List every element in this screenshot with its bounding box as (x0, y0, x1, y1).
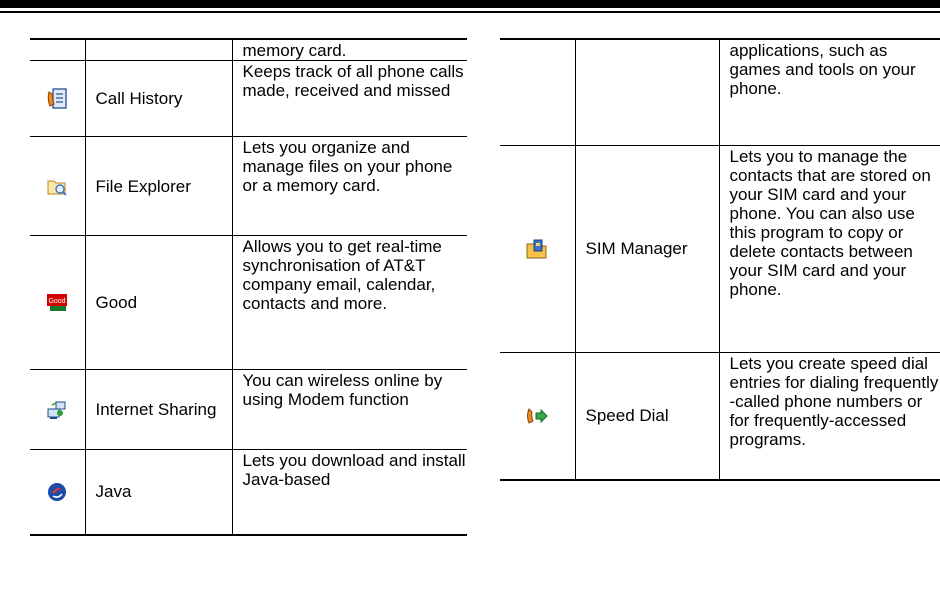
program-name (575, 38, 720, 146)
left-program-table: memory card. Call History Keeps track of… (30, 38, 467, 536)
program-description: You can wireless online by using Modem f… (232, 369, 467, 450)
table-row: File Explorer Lets you organize and mana… (30, 136, 467, 236)
program-description: Lets you create speed dial entries for d… (719, 352, 940, 481)
table-row: memory card. (30, 38, 467, 61)
icon-cell (500, 38, 576, 146)
header-rule-thin (0, 11, 940, 13)
program-description: memory card. (232, 38, 467, 61)
program-name: Speed Dial (575, 352, 720, 481)
program-name: Call History (85, 60, 233, 137)
header-rule-thick (0, 0, 940, 8)
table-row: Good Good Allows you to get real-time sy… (30, 235, 467, 370)
program-name: SIM Manager (575, 145, 720, 353)
program-description: Lets you organize and manage files on yo… (232, 136, 467, 236)
program-name (85, 38, 233, 61)
table-row: applications, such as games and tools on… (500, 38, 940, 146)
program-name: File Explorer (85, 136, 233, 236)
internet-sharing-icon (30, 399, 85, 421)
table-row: SIM Manager Lets you to manage the conta… (500, 145, 940, 353)
program-description: Lets you download and install Java-based (232, 449, 467, 536)
program-name: Internet Sharing (85, 369, 233, 450)
sim-manager-icon (500, 237, 575, 261)
program-name: Java (85, 449, 233, 536)
good-icon: Good (30, 292, 85, 314)
icon-cell (30, 38, 86, 61)
program-name: Good (85, 235, 233, 370)
java-icon (30, 481, 85, 503)
table-row: Speed Dial Lets you create speed dial en… (500, 352, 940, 481)
program-description: applications, such as games and tools on… (719, 38, 940, 146)
right-program-table: applications, such as games and tools on… (500, 38, 940, 481)
program-description: Lets you to manage the contacts that are… (719, 145, 940, 353)
svg-text:Good: Good (49, 298, 66, 305)
table-row: Call History Keeps track of all phone ca… (30, 60, 467, 137)
program-description: Keeps track of all phone calls made, rec… (232, 60, 467, 137)
speed-dial-icon (500, 405, 575, 427)
table-row: Java Lets you download and install Java-… (30, 449, 467, 536)
program-description: Allows you to get real-time synchronisat… (232, 235, 467, 370)
file-explorer-icon (30, 175, 85, 197)
call-history-icon (30, 87, 85, 111)
table-row: Internet Sharing You can wireless online… (30, 369, 467, 450)
